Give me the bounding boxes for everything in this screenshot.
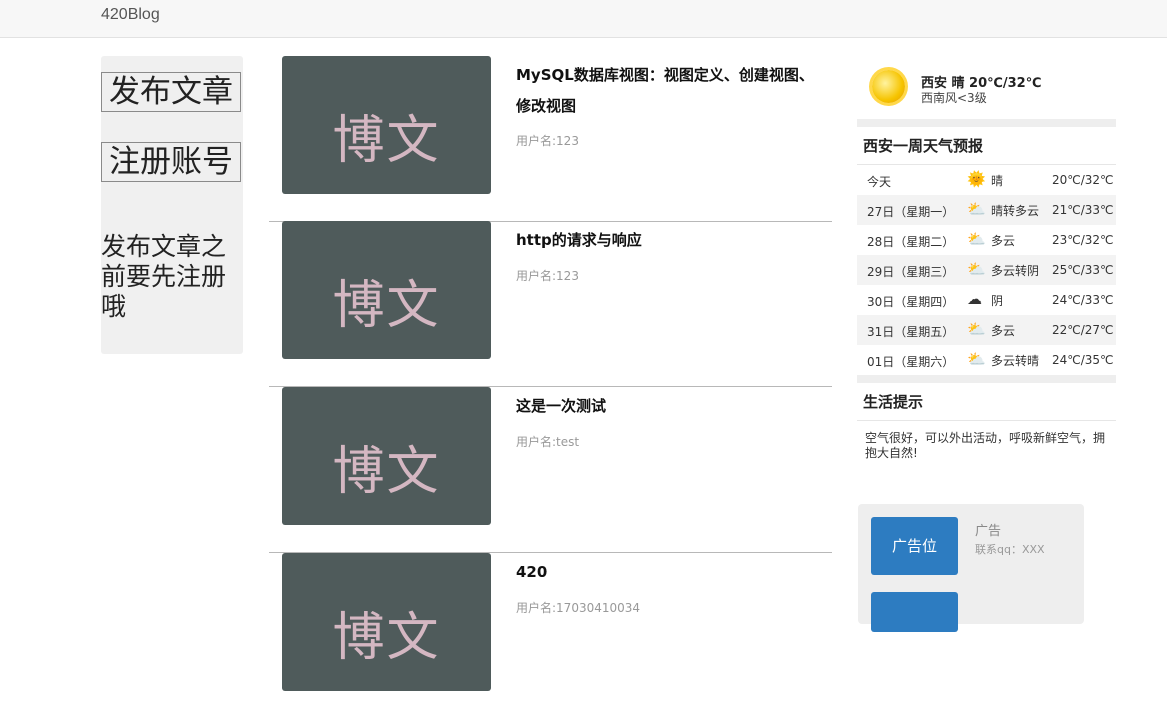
current-wind: 西南风<3级 xyxy=(921,91,987,105)
partly-cloudy-icon: ⛅ xyxy=(967,230,986,248)
ad-slot-button-2[interactable] xyxy=(871,592,958,632)
left-sidebar: 发布文章 注册账号 发布文章之前要先注册哦 xyxy=(101,56,243,354)
sun-icon: 🌞 xyxy=(967,170,986,188)
forecast-day: 27日（星期一） xyxy=(867,205,955,219)
forecast-row: 今天 🌞 晴 20℃/32℃ xyxy=(857,165,1116,195)
life-tips-text: 空气很好，可以外出活动，呼吸新鲜空气，拥抱大自然! xyxy=(865,431,1106,460)
ad-contact: 联系qq：XXX xyxy=(975,543,1045,556)
partly-cloudy-icon: ⛅ xyxy=(967,200,986,218)
post-title-link[interactable]: http的请求与响应 xyxy=(516,225,826,256)
forecast-condition: 多云转晴 xyxy=(991,354,1040,368)
publish-article-button[interactable]: 发布文章 xyxy=(101,72,241,112)
forecast-condition: 晴转多云 xyxy=(991,204,1040,218)
forecast-day: 29日（星期三） xyxy=(867,265,955,279)
sun-icon xyxy=(872,70,905,103)
top-navbar: 420Blog xyxy=(0,0,1167,38)
thumbnail-text: 博文 xyxy=(332,276,441,336)
post-username: 用户名:test xyxy=(516,435,580,449)
forecast-day: 今天 xyxy=(867,175,892,189)
cloud-icon: ☁ xyxy=(967,290,982,308)
brand-logo-link[interactable]: 420Blog xyxy=(101,6,160,24)
forecast-title: 西安一周天气预报 xyxy=(857,127,1116,165)
ad-title: 广告 xyxy=(975,524,1002,539)
current-weather: 西安 晴 20℃/32℃ 西南风<3级 xyxy=(857,56,1116,119)
post-title-link[interactable]: 420 xyxy=(516,557,826,588)
forecast-condition: 多云 xyxy=(991,234,1016,248)
post-thumbnail[interactable]: 博文 xyxy=(282,56,491,194)
post-thumbnail[interactable]: 博文 xyxy=(282,221,491,359)
forecast-row: 29日（星期三） ⛅ 多云转阴 25℃/33℃ xyxy=(857,255,1116,285)
forecast-row: 28日（星期二） ⛅ 多云 23℃/32℃ xyxy=(857,225,1116,255)
forecast-day: 30日（星期四） xyxy=(867,295,955,309)
forecast-temp: 20℃/32℃ xyxy=(1052,173,1114,187)
forecast-temp: 24℃/33℃ xyxy=(1052,293,1114,307)
forecast-temp: 21℃/33℃ xyxy=(1052,203,1114,217)
forecast-condition: 阴 xyxy=(991,294,1004,308)
post-title-link[interactable]: 这是一次测试 xyxy=(516,391,826,422)
forecast-day: 28日（星期二） xyxy=(867,235,955,249)
post-item[interactable]: 博文 这是一次测试 用户名:test xyxy=(269,387,832,553)
divider xyxy=(857,375,1116,383)
life-tips-title: 生活提示 xyxy=(857,383,1116,421)
partly-cloudy-icon: ⛅ xyxy=(967,350,986,368)
post-thumbnail[interactable]: 博文 xyxy=(282,553,491,691)
post-title-link[interactable]: MySQL数据库视图：视图定义、创建视图、修改视图 xyxy=(516,60,826,122)
forecast-temp: 23℃/32℃ xyxy=(1052,233,1114,247)
post-username: 用户名:123 xyxy=(516,134,579,148)
forecast-temp: 22℃/27℃ xyxy=(1052,323,1114,337)
forecast-temp: 25℃/33℃ xyxy=(1052,263,1114,277)
weather-widget: 西安 晴 20℃/32℃ 西南风<3级 西安一周天气预报 今天 🌞 晴 20℃/… xyxy=(857,56,1116,471)
post-username: 用户名:123 xyxy=(516,269,579,283)
forecast-condition: 多云转阴 xyxy=(991,264,1040,278)
forecast-row: 31日（星期五） ⛅ 多云 22℃/27℃ xyxy=(857,315,1116,345)
forecast-temp: 24℃/35℃ xyxy=(1052,353,1114,367)
forecast-condition: 晴 xyxy=(991,174,1004,188)
forecast-day: 01日（星期六） xyxy=(867,355,955,369)
register-account-button[interactable]: 注册账号 xyxy=(101,142,241,182)
forecast-condition: 多云 xyxy=(991,324,1016,338)
post-username: 用户名:17030410034 xyxy=(516,601,641,615)
register-hint-text: 发布文章之前要先注册哦 xyxy=(101,232,227,321)
post-item[interactable]: 博文 420 用户名:17030410034 xyxy=(269,553,832,719)
partly-cloudy-icon: ⛅ xyxy=(967,320,986,338)
forecast-row: 30日（星期四） ☁ 阴 24℃/33℃ xyxy=(857,285,1116,315)
thumbnail-text: 博文 xyxy=(332,608,441,668)
post-item[interactable]: 博文 MySQL数据库视图：视图定义、创建视图、修改视图 用户名:123 xyxy=(269,56,832,222)
forecast-row: 01日（星期六） ⛅ 多云转晴 24℃/35℃ xyxy=(857,345,1116,375)
partly-cloudy-icon: ⛅ xyxy=(967,260,986,278)
post-item[interactable]: 博文 http的请求与响应 用户名:123 xyxy=(269,221,832,387)
forecast-day: 31日（星期五） xyxy=(867,325,955,339)
divider xyxy=(857,119,1116,127)
forecast-row: 27日（星期一） ⛅ 晴转多云 21℃/33℃ xyxy=(857,195,1116,225)
thumbnail-text: 博文 xyxy=(332,442,441,502)
thumbnail-text: 博文 xyxy=(332,111,441,171)
ad-slot-button[interactable]: 广告位 xyxy=(871,517,958,575)
ad-card: 广告位 广告 联系qq：XXX xyxy=(858,504,1084,632)
post-thumbnail[interactable]: 博文 xyxy=(282,387,491,525)
